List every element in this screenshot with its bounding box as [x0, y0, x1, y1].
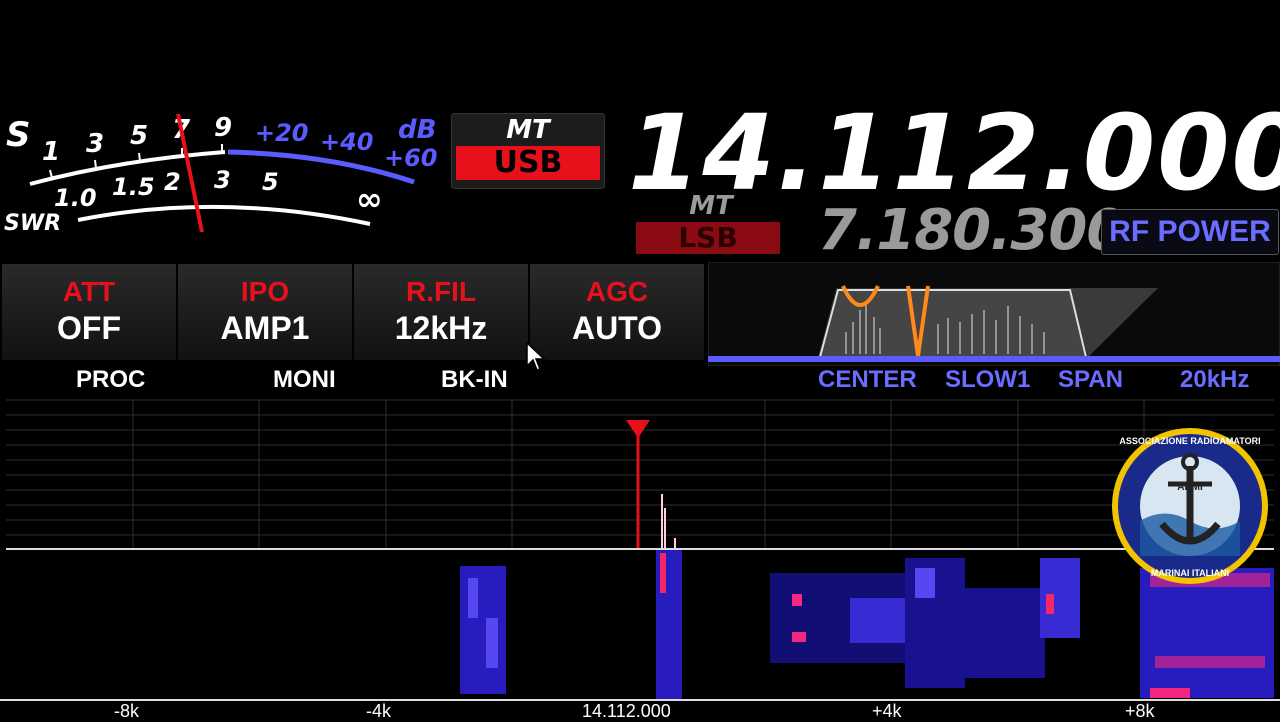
- main-mode-box[interactable]: MT USB: [451, 113, 605, 189]
- bkin-label[interactable]: BK-IN: [441, 366, 508, 394]
- swr-scale-arc: [77, 204, 371, 226]
- s-scale-3: 3: [86, 129, 104, 159]
- rfil-value: 12kHz: [394, 310, 488, 346]
- swr-label: SWR: [4, 211, 61, 236]
- swr-scale-infinity: ∞: [356, 180, 383, 218]
- rf-power-button[interactable]: RF POWER: [1101, 209, 1279, 255]
- ipo-key[interactable]: IPO AMP1: [178, 264, 354, 360]
- mouse-cursor-icon: [526, 342, 546, 371]
- swr-scale-5: 5: [262, 168, 279, 196]
- agc-label: AGC: [585, 276, 649, 307]
- swr-scale-2: 2: [164, 168, 181, 196]
- s-scale-1: 1: [42, 137, 60, 167]
- moni-label[interactable]: MONI: [273, 366, 336, 394]
- main-memory-tag: MT: [506, 115, 550, 145]
- axis-label-minus-8k: -8k: [114, 701, 140, 721]
- scope-speed[interactable]: SLOW1: [945, 366, 1030, 394]
- axis-label-plus-8k: +8k: [1125, 701, 1155, 721]
- db-scale-40: +40: [320, 128, 374, 156]
- s-scale-9: 9: [214, 113, 232, 143]
- center-marker-icon: [626, 420, 650, 438]
- db-unit-label: dB: [398, 115, 436, 145]
- rfil-label: R.FIL: [406, 276, 476, 307]
- s-meter: S 1 3 5 7 9 +20 +40 +60 dB 1.0 1.5 2 3 5…: [4, 113, 438, 236]
- scope-mode[interactable]: CENTER: [818, 366, 917, 394]
- sub-frequency[interactable]: 7.180.300: [818, 200, 1125, 262]
- rfil-key[interactable]: R.FIL 12kHz: [354, 264, 530, 360]
- svg-text:ARMI: ARMI: [1177, 482, 1203, 493]
- spectrum-scope[interactable]: [0, 398, 1280, 702]
- axis-label-center: 14.112.000: [582, 701, 671, 721]
- svg-text:ASSOCIAZIONE RADIOAMATORI: ASSOCIAZIONE RADIOAMATORI: [1119, 436, 1260, 446]
- agc-value: AUTO: [571, 310, 663, 346]
- db-scale-20: +20: [255, 119, 309, 147]
- db-scale-60: +60: [384, 144, 438, 172]
- ipo-value: AMP1: [220, 310, 310, 346]
- sub-memory-tag: MT: [689, 191, 733, 221]
- swr-scale-1-5: 1.5: [112, 173, 155, 201]
- axis-label-plus-4k: +4k: [872, 701, 902, 721]
- swr-scale-1-0: 1.0: [54, 184, 97, 212]
- axis-label-minus-4k: -4k: [366, 701, 392, 721]
- agc-key[interactable]: AGC AUTO: [530, 264, 706, 360]
- svg-text:MARINAI ITALIANI: MARINAI ITALIANI: [1151, 568, 1229, 578]
- s-scale-5: 5: [130, 121, 148, 151]
- main-mode-badge: USB: [456, 146, 600, 180]
- s-meter-label: S: [6, 115, 31, 155]
- att-key[interactable]: ATT OFF: [2, 264, 178, 360]
- att-label: ATT: [62, 276, 116, 307]
- passband-baseline: [708, 356, 1280, 362]
- sub-mode-badge[interactable]: LSB: [636, 222, 780, 254]
- swr-scale-3: 3: [214, 166, 231, 194]
- ipo-label: IPO: [240, 276, 290, 307]
- scope-span-label: SPAN: [1058, 366, 1123, 393]
- proc-label[interactable]: PROC: [76, 366, 145, 394]
- filter-passband-display[interactable]: [708, 262, 1280, 366]
- scope-span-value[interactable]: 20kHz: [1180, 366, 1249, 394]
- att-value: OFF: [57, 310, 121, 346]
- armi-logo: ARMI ASSOCIAZIONE RADIOAMATORI MARINAI I…: [1112, 428, 1268, 584]
